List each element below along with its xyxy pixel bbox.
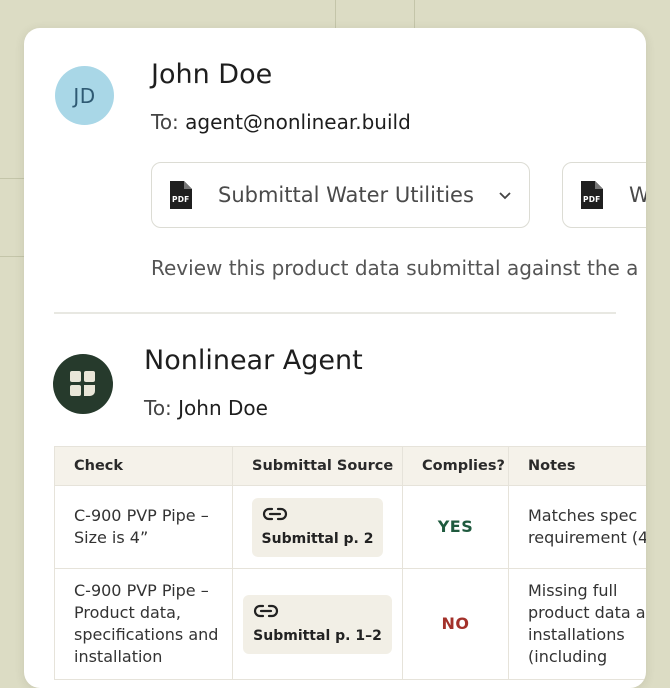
message-divider (54, 312, 616, 314)
agent-avatar (53, 354, 113, 414)
note-text: Missing full (528, 581, 618, 600)
recipient-name: John Doe (178, 396, 268, 420)
check-text: Product data, (74, 603, 181, 622)
background-grid-line (0, 256, 24, 257)
notes-cell: Matches spec requirement (4 (508, 485, 646, 569)
pdf-file-icon: PDF (170, 181, 192, 209)
note-text: installations (528, 625, 625, 644)
background-grid-line (414, 0, 415, 28)
pdf-badge: PDF (583, 195, 601, 204)
source-cell: Submittal p. 1–2 (232, 568, 403, 680)
user-initials: JD (73, 83, 96, 108)
complies-status: NO (402, 568, 509, 680)
conversation-card: JD John Doe To: agent@nonlinear.build PD… (24, 28, 646, 688)
link-icon (253, 603, 382, 621)
table-row: C-900 PVP Pipe – Size is 4” Submittal p.… (54, 485, 646, 569)
pdf-badge: PDF (172, 195, 190, 204)
sender-name: John Doe (151, 59, 273, 90)
complies-status: YES (402, 485, 509, 569)
note-text: (including (528, 647, 608, 666)
compliance-table: Check Submittal Source Complies? Notes C… (54, 446, 646, 680)
chevron-down-icon[interactable] (498, 188, 512, 202)
check-text: installation (74, 647, 163, 666)
check-cell: C-900 PVP Pipe – Size is 4” (54, 485, 233, 569)
pdf-file-icon: PDF (581, 181, 603, 209)
agent-name: Nonlinear Agent (144, 345, 363, 376)
source-text: Submittal p. 2 (261, 530, 374, 547)
recipient-line: To: agent@nonlinear.build (151, 110, 411, 134)
note-text: requirement (4 (528, 528, 646, 547)
link-icon (262, 506, 374, 524)
attachment-chip[interactable]: PDF Submittal Water Utilities (151, 162, 530, 228)
attachment-chip[interactable]: PDF W (562, 162, 646, 228)
source-link[interactable]: Submittal p. 1–2 (243, 594, 392, 654)
to-label: To: (151, 110, 179, 134)
check-text: C-900 PVP Pipe – (74, 581, 209, 600)
agent-recipient-line: To: John Doe (144, 396, 268, 420)
check-text: specifications and (74, 625, 219, 644)
column-header-notes: Notes (508, 446, 646, 486)
user-avatar: JD (55, 66, 114, 125)
background-grid-line (335, 0, 336, 28)
column-header-source: Submittal Source (232, 446, 403, 486)
source-text: Submittal p. 1–2 (253, 627, 382, 644)
column-header-complies: Complies? (402, 446, 509, 486)
check-text: C-900 PVP Pipe – (74, 506, 209, 525)
background-grid-line (0, 178, 24, 179)
table-row: C-900 PVP Pipe – Product data, specifica… (54, 568, 646, 680)
note-text: product data an (528, 603, 646, 622)
to-label: To: (144, 396, 172, 420)
check-text: Size is 4” (74, 528, 149, 547)
notes-cell: Missing full product data an installatio… (508, 568, 646, 680)
table-header-row: Check Submittal Source Complies? Notes (54, 446, 646, 486)
source-cell: Submittal p. 2 (232, 485, 403, 569)
attachment-name: Submittal Water Utilities (218, 183, 474, 207)
source-link[interactable]: Submittal p. 2 (251, 497, 384, 557)
note-text: Matches spec (528, 506, 638, 525)
column-header-check: Check (54, 446, 233, 486)
message-body: Review this product data submittal again… (151, 256, 639, 280)
agent-logo-icon (70, 371, 95, 396)
recipient-email: agent@nonlinear.build (185, 110, 411, 134)
check-cell: C-900 PVP Pipe – Product data, specifica… (54, 568, 233, 680)
attachment-name: W (629, 183, 646, 207)
